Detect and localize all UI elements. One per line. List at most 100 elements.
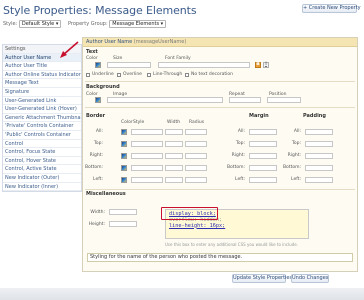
- border-style-label: Style: [133, 120, 145, 125]
- border-left-radius[interactable]: [185, 177, 207, 183]
- border-top-radius[interactable]: [185, 141, 207, 147]
- sidebar-item-new-indicator-outer[interactable]: New Indicator (Outer): [3, 174, 81, 183]
- border-bottom-color[interactable]: [121, 165, 127, 171]
- no-decoration-checkbox[interactable]: [185, 73, 189, 77]
- margin-left-label: Left:: [235, 177, 245, 182]
- style-filter-label: Style:: [3, 21, 18, 27]
- border-right-color[interactable]: [121, 153, 127, 159]
- property-key: (messageUserName): [133, 39, 187, 45]
- padding-right-input[interactable]: [305, 153, 333, 159]
- border-left-label: Left:: [93, 177, 103, 182]
- text-color-label: Color: [86, 56, 98, 61]
- border-right-radius[interactable]: [185, 153, 207, 159]
- misc-height-input[interactable]: [109, 221, 137, 227]
- border-width-label: Width: [167, 120, 181, 125]
- sidebar-item-new-indicator-inner[interactable]: New Indicator (Inner): [3, 183, 81, 192]
- sidebar-item-user-link[interactable]: User-Generated Link: [3, 97, 81, 106]
- background-position-input[interactable]: [267, 97, 301, 103]
- background-section-title: Background: [86, 84, 120, 90]
- line-through-checkbox[interactable]: [147, 73, 151, 77]
- padding-all-input[interactable]: [305, 129, 333, 135]
- sidebar-item-private-controls[interactable]: 'Private' Controls Container: [3, 122, 81, 131]
- margin-right-label: Right:: [231, 153, 245, 158]
- padding-top-input[interactable]: [305, 141, 333, 147]
- background-image-input[interactable]: [107, 97, 223, 103]
- css-line: line-height: 16px;: [169, 222, 226, 229]
- padding-left-label: Left:: [291, 177, 301, 182]
- text-size-input[interactable]: [107, 62, 151, 68]
- margin-left-input[interactable]: [249, 177, 277, 183]
- sidebar-item-control-hover[interactable]: Control, Hover State: [3, 157, 81, 166]
- margin-top-input[interactable]: [249, 141, 277, 147]
- property-group-select[interactable]: Message Elements ▾: [109, 20, 167, 28]
- bold-toggle[interactable]: B: [255, 62, 261, 68]
- border-right-label: Right:: [89, 153, 103, 158]
- misc-width-input[interactable]: [109, 209, 137, 215]
- border-bottom-width[interactable]: [165, 165, 183, 171]
- border-top-width[interactable]: [165, 141, 183, 147]
- sidebar-item-user-link-hover[interactable]: User-Generated Link (Hover): [3, 105, 81, 114]
- sidebar-item-control-active[interactable]: Control, Active State: [3, 165, 81, 174]
- overline-checkbox[interactable]: [117, 73, 121, 77]
- misc-section-title: Miscellaneous: [86, 191, 126, 197]
- divider: [85, 189, 355, 190]
- border-top-label: Top:: [93, 141, 103, 146]
- margin-all-input[interactable]: [249, 129, 277, 135]
- border-all-label: All:: [95, 129, 103, 134]
- padding-bottom-label: Bottom:: [282, 165, 301, 170]
- border-left-width[interactable]: [165, 177, 183, 183]
- sidebar-item-attachment-thumbnail[interactable]: Generic Attachment Thumbnail: [3, 114, 81, 123]
- sidebar-item-public-controls[interactable]: 'Public' Controls Container: [3, 131, 81, 140]
- margin-all-label: All:: [237, 129, 245, 134]
- sidebar-item-author-user-title[interactable]: Author User Title: [3, 62, 81, 71]
- padding-bottom-input[interactable]: [305, 165, 333, 171]
- border-section-title: Border: [86, 113, 106, 119]
- property-group-label: Property Group:: [68, 21, 108, 27]
- padding-all-label: All:: [293, 129, 301, 134]
- padding-left-input[interactable]: [305, 177, 333, 183]
- background-color-swatch[interactable]: [95, 97, 101, 103]
- border-all-width[interactable]: [165, 129, 183, 135]
- margin-right-input[interactable]: [249, 153, 277, 159]
- font-family-input[interactable]: [158, 62, 250, 68]
- sidebar-item-signature[interactable]: Signature: [3, 88, 81, 97]
- border-top-style[interactable]: [131, 141, 163, 147]
- sidebar-item-message-text[interactable]: Message Text: [3, 79, 81, 88]
- sidebar-item-control[interactable]: Control: [3, 140, 81, 149]
- border-right-style[interactable]: [131, 153, 163, 159]
- border-radius-label: Radius: [189, 120, 205, 125]
- create-new-property-button[interactable]: + Create New Property: [302, 4, 361, 13]
- border-top-color[interactable]: [121, 141, 127, 147]
- text-size-label: Size: [113, 56, 123, 61]
- border-bottom-label: Bottom:: [84, 165, 103, 170]
- italic-toggle[interactable]: I: [263, 62, 269, 68]
- sidebar-item-online-status[interactable]: Author Online Status Indicator: [3, 71, 81, 80]
- underline-checkbox[interactable]: [86, 73, 90, 77]
- border-bottom-radius[interactable]: [185, 165, 207, 171]
- property-list: Settings Author User Name Author User Ti…: [2, 44, 82, 193]
- margin-bottom-input[interactable]: [249, 165, 277, 171]
- border-right-width[interactable]: [165, 153, 183, 159]
- css-help-note: Use this box to enter any additional CSS…: [165, 242, 298, 247]
- misc-height-label: Height:: [88, 222, 105, 227]
- property-description: Styling for the name of the person who p…: [87, 253, 353, 262]
- padding-top-label: Top:: [291, 141, 301, 146]
- style-select[interactable]: Default Style ▾: [18, 20, 62, 28]
- background-repeat-select[interactable]: [229, 97, 261, 103]
- margin-section-title: Margin: [249, 113, 269, 119]
- property-name: Author User Name: [86, 39, 133, 45]
- border-all-style[interactable]: [131, 129, 163, 135]
- text-color-swatch[interactable]: [95, 62, 101, 68]
- border-left-color[interactable]: [121, 177, 127, 183]
- border-all-radius[interactable]: [185, 129, 207, 135]
- page-title: Style Properties: Message Elements: [3, 4, 197, 17]
- border-all-color[interactable]: [121, 129, 127, 135]
- line-through-label: Line-Through: [153, 72, 183, 77]
- border-color-label: Color: [121, 120, 133, 125]
- divider: [85, 107, 355, 108]
- sidebar-item-control-focus[interactable]: Control, Focus State: [3, 148, 81, 157]
- undo-changes-button[interactable]: Undo Changes: [291, 274, 329, 283]
- update-style-properties-button[interactable]: Update Style Properties: [232, 274, 292, 283]
- border-bottom-style[interactable]: [131, 165, 163, 171]
- border-left-style[interactable]: [131, 177, 163, 183]
